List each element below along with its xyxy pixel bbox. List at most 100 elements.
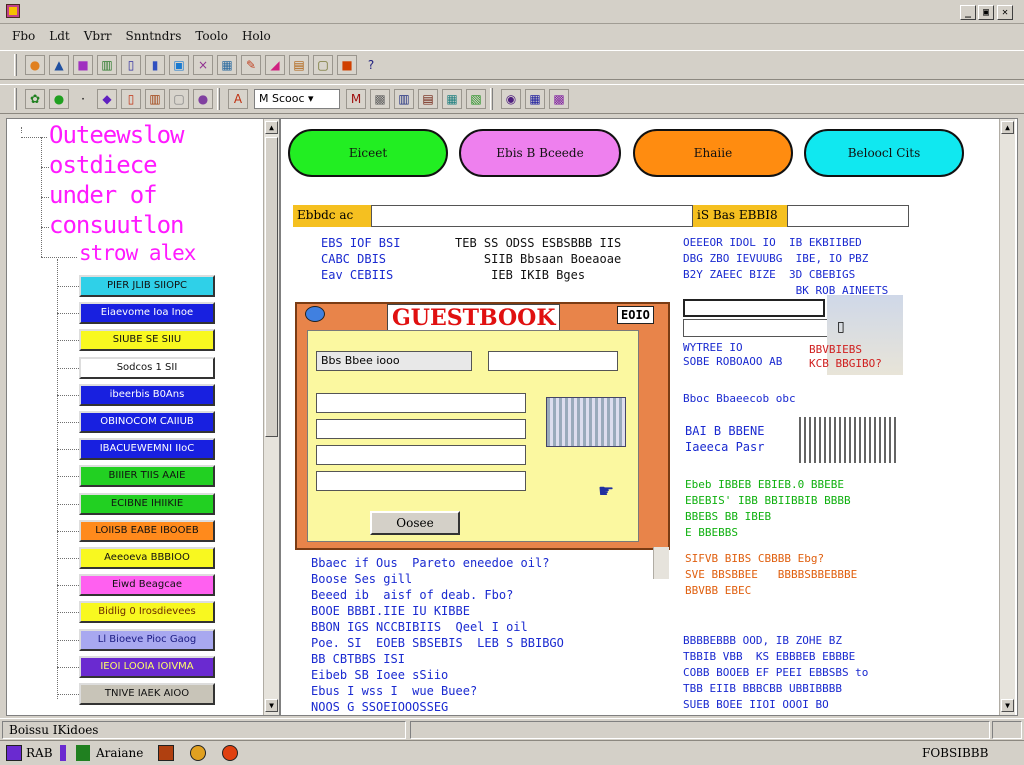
- bold-icon[interactable]: M: [346, 89, 366, 109]
- page-icon[interactable]: ▯: [121, 55, 141, 75]
- jar-icon[interactable]: ▥: [145, 89, 165, 109]
- book-icon[interactable]: ▥: [97, 55, 117, 75]
- text-input-left[interactable]: [371, 205, 693, 227]
- tree-node-4[interactable]: consuutlon: [49, 211, 184, 239]
- guestbook-line-1[interactable]: [316, 393, 526, 413]
- doc-icon[interactable]: ▮: [145, 55, 165, 75]
- pill-button-4[interactable]: Beloocl Cits: [804, 129, 964, 177]
- palette-icon[interactable]: ■: [73, 55, 93, 75]
- archive-icon[interactable]: ▦: [217, 55, 237, 75]
- app-icon[interactable]: [6, 4, 20, 18]
- guestbook-email-field[interactable]: [488, 351, 618, 371]
- image-icon[interactable]: ▣: [169, 55, 189, 75]
- pattern-icon[interactable]: ▩: [549, 89, 569, 109]
- tree-root-node[interactable]: Outeewslow: [49, 121, 184, 149]
- style-select[interactable]: M Scooc ▾: [254, 89, 340, 109]
- info-text-3: OEEEOR IDOL IO IB EKBIIBED DBG ZBO IEVUU…: [683, 236, 889, 297]
- tree-button-7[interactable]: IBACUEWEMNI IIoC: [79, 438, 215, 461]
- clip-icon[interactable]: ▢: [169, 89, 189, 109]
- pill-button-3[interactable]: Ehaiie: [633, 129, 793, 177]
- cursor-icon[interactable]: ◢: [265, 55, 285, 75]
- pill-button-1[interactable]: Eiceet: [288, 129, 448, 177]
- cloud-icon[interactable]: ●: [193, 89, 213, 109]
- tree-button-11[interactable]: Aeeoeva BBBIOO: [79, 547, 215, 569]
- pin-icon[interactable]: ?: [361, 55, 381, 75]
- menu-view[interactable]: Vbrr: [84, 29, 112, 43]
- tree-button-6[interactable]: OBINOCOM CAIIUB: [79, 411, 215, 433]
- tree-scrollbar[interactable]: ▲ ▼: [263, 119, 279, 715]
- minimize-button[interactable]: _: [960, 5, 976, 20]
- toolbar-grip[interactable]: [14, 54, 17, 76]
- chart-icon[interactable]: ▧: [466, 89, 486, 109]
- menu-settings[interactable]: Snntndrs: [126, 29, 182, 43]
- tree-button-1[interactable]: PIER JLIB SIIOPC: [79, 275, 215, 297]
- globe-icon[interactable]: ●: [49, 89, 69, 109]
- tree-icon[interactable]: [76, 745, 90, 761]
- scroll-up-arrow[interactable]: ▲: [265, 121, 278, 134]
- disk-icon[interactable]: ▲: [49, 55, 69, 75]
- guestbook-submit-button[interactable]: Oosee: [370, 511, 460, 535]
- eye-icon[interactable]: ◉: [501, 89, 521, 109]
- paint-icon[interactable]: ✎: [241, 55, 261, 75]
- bottle-icon[interactable]: ▯: [121, 89, 141, 109]
- folder-icon[interactable]: ■: [337, 55, 357, 75]
- tree-node-2[interactable]: ostdiece: [49, 151, 158, 179]
- toolbar-grip-2[interactable]: [14, 88, 17, 110]
- scroll-down-arrow[interactable]: ▼: [265, 699, 278, 712]
- taskbar-item-1[interactable]: RAB: [26, 746, 53, 760]
- tree-node-3[interactable]: under of: [49, 181, 158, 209]
- search-input-right-2[interactable]: [683, 319, 829, 337]
- list-icon[interactable]: ▤: [418, 89, 438, 109]
- font-icon[interactable]: A: [228, 89, 248, 109]
- tree-button-13[interactable]: Bidlig 0 Irosdievees: [79, 601, 215, 624]
- menu-edit[interactable]: Ldt: [49, 29, 69, 43]
- promo-subtext: Bboc Bbaeecob obc: [683, 392, 796, 405]
- box-icon[interactable]: ▢: [313, 55, 333, 75]
- align-icon[interactable]: ▥: [394, 89, 414, 109]
- start-icon[interactable]: [6, 745, 22, 761]
- tree-button-4[interactable]: Sodcos 1 SII: [79, 356, 215, 379]
- tree-button-15[interactable]: IEOI LOOIA IOIVMA: [79, 655, 215, 678]
- guestbook-name-field[interactable]: Bbs Bbee iooo: [316, 351, 472, 371]
- maximize-button[interactable]: ▣: [978, 5, 994, 20]
- content-scroll-down[interactable]: ▼: [1001, 699, 1014, 712]
- grid2-icon[interactable]: ▦: [525, 89, 545, 109]
- content-scrollbar[interactable]: ▲ ▼: [999, 119, 1015, 715]
- menu-file[interactable]: Fbo: [12, 29, 35, 43]
- tree-button-14[interactable]: Ll Bioeve Pioc Gaog: [79, 628, 215, 651]
- menu-help[interactable]: Holo: [242, 29, 271, 43]
- calendar-icon[interactable]: [158, 745, 174, 761]
- tree-button-10[interactable]: LOIISB EABE IBOOEB: [79, 519, 215, 542]
- tree-button-16[interactable]: TNIVE IAEK AIOO: [79, 683, 215, 705]
- tree-button-2[interactable]: Eiaevome Ioa Inoe: [79, 302, 215, 325]
- small-scrollbar[interactable]: [653, 547, 669, 579]
- content-scroll-up[interactable]: ▲: [1001, 121, 1014, 134]
- guestbook-line-4[interactable]: [316, 471, 526, 491]
- scroll-icon[interactable]: ▤: [289, 55, 309, 75]
- tree-button-5[interactable]: ibeerbis B0Ans: [79, 383, 215, 406]
- close-button[interactable]: ✕: [997, 5, 1013, 20]
- tree-button-9[interactable]: ECIBNE IHIIKIE: [79, 492, 215, 515]
- grid-icon[interactable]: ×: [193, 55, 213, 75]
- guestbook-line-2[interactable]: [316, 419, 526, 439]
- pill-button-2[interactable]: Ebis B Bceede: [459, 129, 621, 177]
- text-input-right[interactable]: [787, 205, 909, 227]
- globe-icon-taskbar[interactable]: [222, 745, 238, 761]
- block-icon[interactable]: ▩: [370, 89, 390, 109]
- tree-button-12[interactable]: Eiwd Beagcae: [79, 574, 215, 597]
- clock-icon[interactable]: [190, 745, 206, 761]
- tree-scroll-thumb[interactable]: [265, 137, 278, 437]
- gem-icon[interactable]: ◆: [97, 89, 117, 109]
- tree-button-8[interactable]: BIIIER TIIS AAIE: [79, 465, 215, 488]
- search-input-right[interactable]: [683, 299, 825, 317]
- dot-icon[interactable]: ·: [73, 89, 93, 109]
- guestbook-form: Bbs Bbee iooo ☛ Oosee: [307, 330, 639, 542]
- brush-icon[interactable]: ●: [25, 55, 45, 75]
- guestbook-line-3[interactable]: [316, 445, 526, 465]
- menu-tools[interactable]: Toolo: [195, 29, 228, 43]
- plant-icon[interactable]: ✿: [25, 89, 45, 109]
- table-icon[interactable]: ▦: [442, 89, 462, 109]
- tree-node-5[interactable]: strow alex: [79, 241, 196, 265]
- tree-button-3[interactable]: SIUBE SE SIIU: [79, 329, 215, 352]
- taskbar-item-2[interactable]: Araiane: [96, 746, 143, 760]
